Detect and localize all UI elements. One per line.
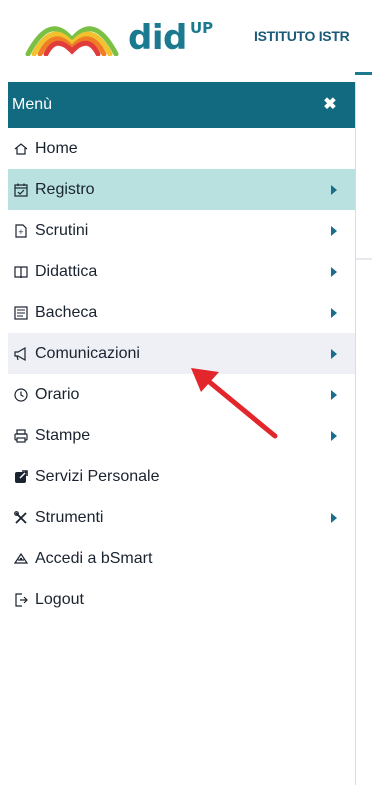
brand-superscript: UP bbox=[190, 19, 214, 37]
rainbow-logo bbox=[25, 26, 119, 56]
megaphone-icon bbox=[12, 345, 29, 362]
menu-item-accedi-bsmart[interactable]: Accedi a bSmart bbox=[8, 538, 355, 579]
external-link-icon bbox=[12, 468, 29, 485]
menu-item-servizi-personale[interactable]: Servizi Personale bbox=[8, 456, 355, 497]
school-name: ISTITUTO ISTR bbox=[254, 28, 350, 44]
menu-item-stampe[interactable]: Stampe bbox=[8, 415, 355, 456]
chevron-right-icon bbox=[331, 226, 337, 236]
bulletin-board-icon bbox=[12, 304, 29, 321]
clock-icon bbox=[12, 386, 29, 403]
menu-item-label: Logout bbox=[35, 590, 84, 608]
logout-icon bbox=[12, 591, 29, 608]
brand-name: did bbox=[128, 18, 187, 58]
chevron-right-icon bbox=[331, 349, 337, 359]
menu-item-logout[interactable]: Logout bbox=[8, 579, 355, 620]
menu-item-registro[interactable]: Registro bbox=[8, 169, 355, 210]
menu-item-label: Stampe bbox=[35, 426, 91, 444]
menu-item-label: Registro bbox=[35, 180, 95, 198]
menu-item-label: Didattica bbox=[35, 262, 98, 280]
menu-title: Menù bbox=[12, 96, 53, 113]
content-divider bbox=[355, 258, 372, 260]
annotation-arrow bbox=[191, 368, 278, 439]
app-header: did UP ISTITUTO ISTR bbox=[0, 0, 372, 72]
menu-item-orario[interactable]: Orario bbox=[8, 374, 355, 415]
home-icon bbox=[12, 140, 29, 157]
header-divider bbox=[355, 72, 372, 75]
menu-item-label: Strumenti bbox=[35, 508, 104, 526]
menu-header: Menù ✖ bbox=[8, 82, 355, 128]
menu-item-comunicazioni[interactable]: Comunicazioni bbox=[8, 333, 355, 374]
printer-icon bbox=[12, 427, 29, 444]
svg-text:+: + bbox=[18, 228, 24, 236]
bsmart-icon bbox=[12, 550, 29, 567]
calendar-icon bbox=[12, 181, 29, 198]
menu-item-bacheca[interactable]: Bacheca bbox=[8, 292, 355, 333]
menu-item-didattica[interactable]: Didattica bbox=[8, 251, 355, 292]
menu-item-label: Bacheca bbox=[35, 303, 98, 321]
chevron-right-icon bbox=[331, 431, 337, 441]
menu-item-label: Scrutini bbox=[35, 221, 89, 239]
menu-item-label: Home bbox=[35, 139, 78, 157]
book-icon bbox=[12, 263, 29, 280]
close-icon[interactable]: ✖ bbox=[320, 94, 340, 114]
tools-icon bbox=[12, 509, 29, 526]
chevron-right-icon bbox=[331, 308, 337, 318]
chevron-right-icon bbox=[331, 185, 337, 195]
side-menu: Menù ✖ Home Registro + Scrutini Didattic… bbox=[8, 82, 356, 785]
menu-item-label: Accedi a bSmart bbox=[35, 549, 153, 567]
menu-item-label: Orario bbox=[35, 385, 80, 403]
menu-item-strumenti[interactable]: Strumenti bbox=[8, 497, 355, 538]
chevron-right-icon bbox=[331, 267, 337, 277]
chevron-right-icon bbox=[331, 390, 337, 400]
menu-item-scrutini[interactable]: + Scrutini bbox=[8, 210, 355, 251]
menu-item-label: Comunicazioni bbox=[35, 344, 140, 362]
menu-item-label: Servizi Personale bbox=[35, 467, 160, 485]
chevron-right-icon bbox=[331, 513, 337, 523]
menu-item-home[interactable]: Home bbox=[8, 128, 355, 169]
report-card-icon: + bbox=[12, 222, 29, 239]
